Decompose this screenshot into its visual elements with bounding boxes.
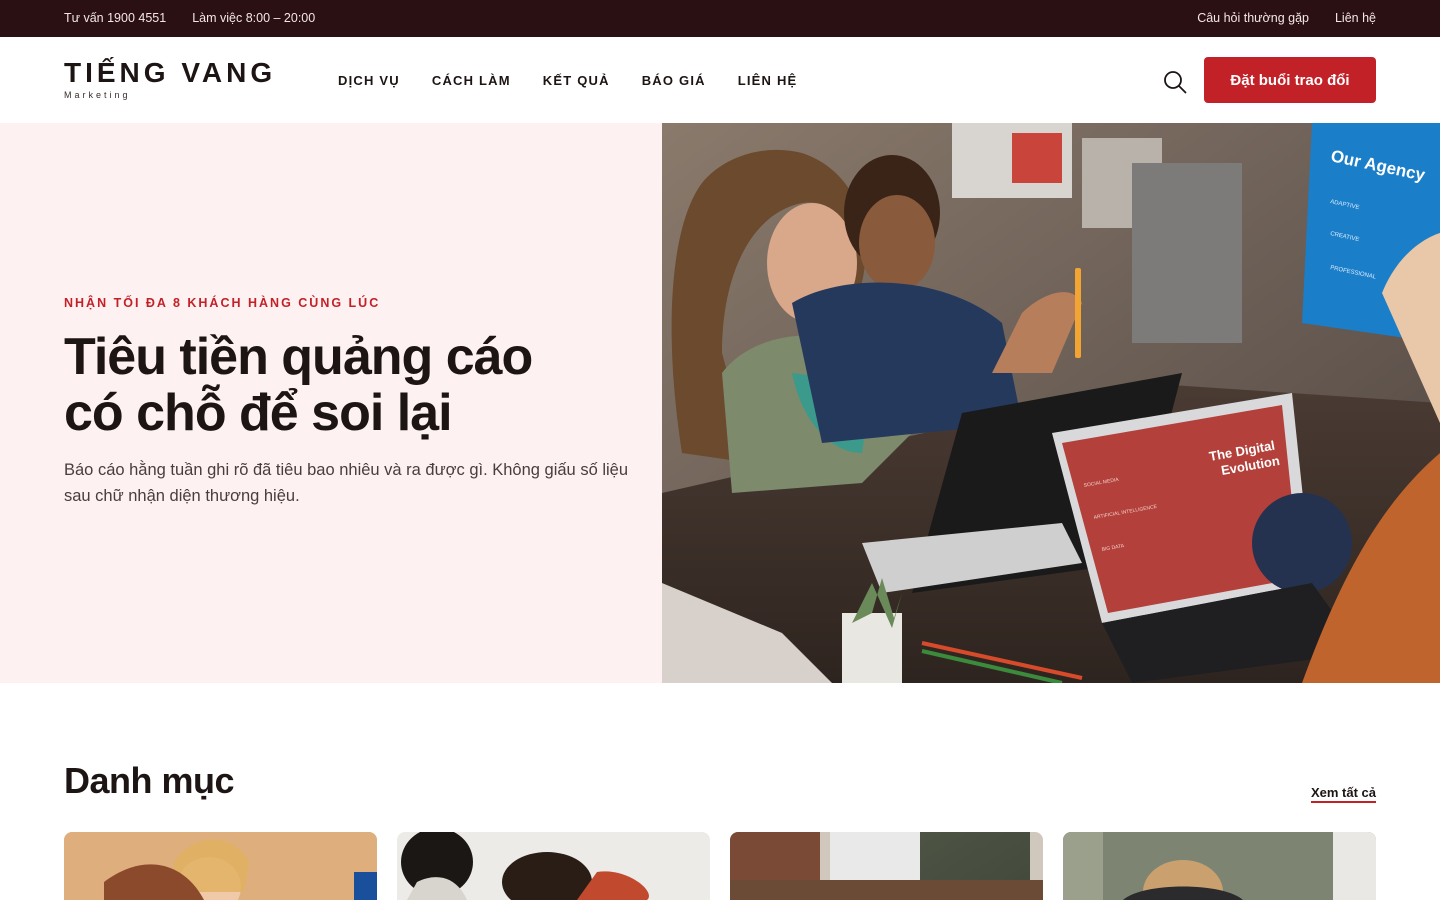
logo[interactable]: TIẾNG VANG Marketing: [64, 57, 276, 100]
category-card[interactable]: [397, 832, 710, 900]
logo-title: TIẾNG VANG: [64, 57, 277, 88]
hero-image: Our Agency ADAPTIVE CREATIVE PROFESSIONA…: [662, 123, 1440, 683]
main-header: TIẾNG VANG Marketing DỊCH VỤ CÁCH LÀM KẾ…: [0, 37, 1440, 123]
category-cards: [64, 832, 1376, 900]
hotline-text[interactable]: Tư vấn 1900 4551: [64, 11, 166, 25]
nav-item-results[interactable]: KẾT QUẢ: [543, 73, 610, 88]
hero-title-line-2: có chỗ để soi lại: [64, 384, 453, 442]
category-card[interactable]: [730, 832, 1043, 900]
nav-item-pricing[interactable]: BÁO GIÁ: [642, 73, 706, 88]
hero-eyebrow: NHẬN TỐI ĐA 8 KHÁCH HÀNG CÙNG LÚC: [64, 296, 381, 310]
hero-description: Báo cáo hằng tuần ghi rõ đã tiêu bao nhi…: [64, 461, 629, 505]
see-all-link[interactable]: Xem tất cả: [1310, 785, 1376, 803]
nav-item-process[interactable]: CÁCH LÀM: [432, 73, 511, 88]
search-icon[interactable]: [1162, 69, 1188, 95]
nav-item-contact[interactable]: LIÊN HỆ: [738, 73, 798, 88]
main-nav: DỊCH VỤ CÁCH LÀM KẾT QUẢ BÁO GIÁ LIÊN HỆ: [338, 73, 797, 88]
category-card[interactable]: [64, 832, 377, 900]
hero-title-line-1: Tiêu tiền quảng cáo: [64, 328, 533, 386]
top-bar: Tư vấn 1900 4551 Làm việc 8:00 – 20:00 C…: [0, 0, 1440, 37]
book-meeting-button[interactable]: Đặt buổi trao đổi: [1204, 57, 1376, 103]
faq-link[interactable]: Câu hỏi thường gặp: [1197, 11, 1309, 25]
categories-title: Danh mục: [64, 760, 235, 801]
working-hours-text: Làm việc 8:00 – 20:00: [192, 11, 316, 25]
contact-link[interactable]: Liên hệ: [1335, 11, 1376, 25]
category-card[interactable]: [1063, 832, 1376, 900]
nav-item-services[interactable]: DỊCH VỤ: [338, 73, 400, 88]
logo-subtitle: Marketing: [64, 90, 131, 100]
hero-title: Tiêu tiền quảng cáo có chỗ để soi lại: [64, 329, 654, 441]
